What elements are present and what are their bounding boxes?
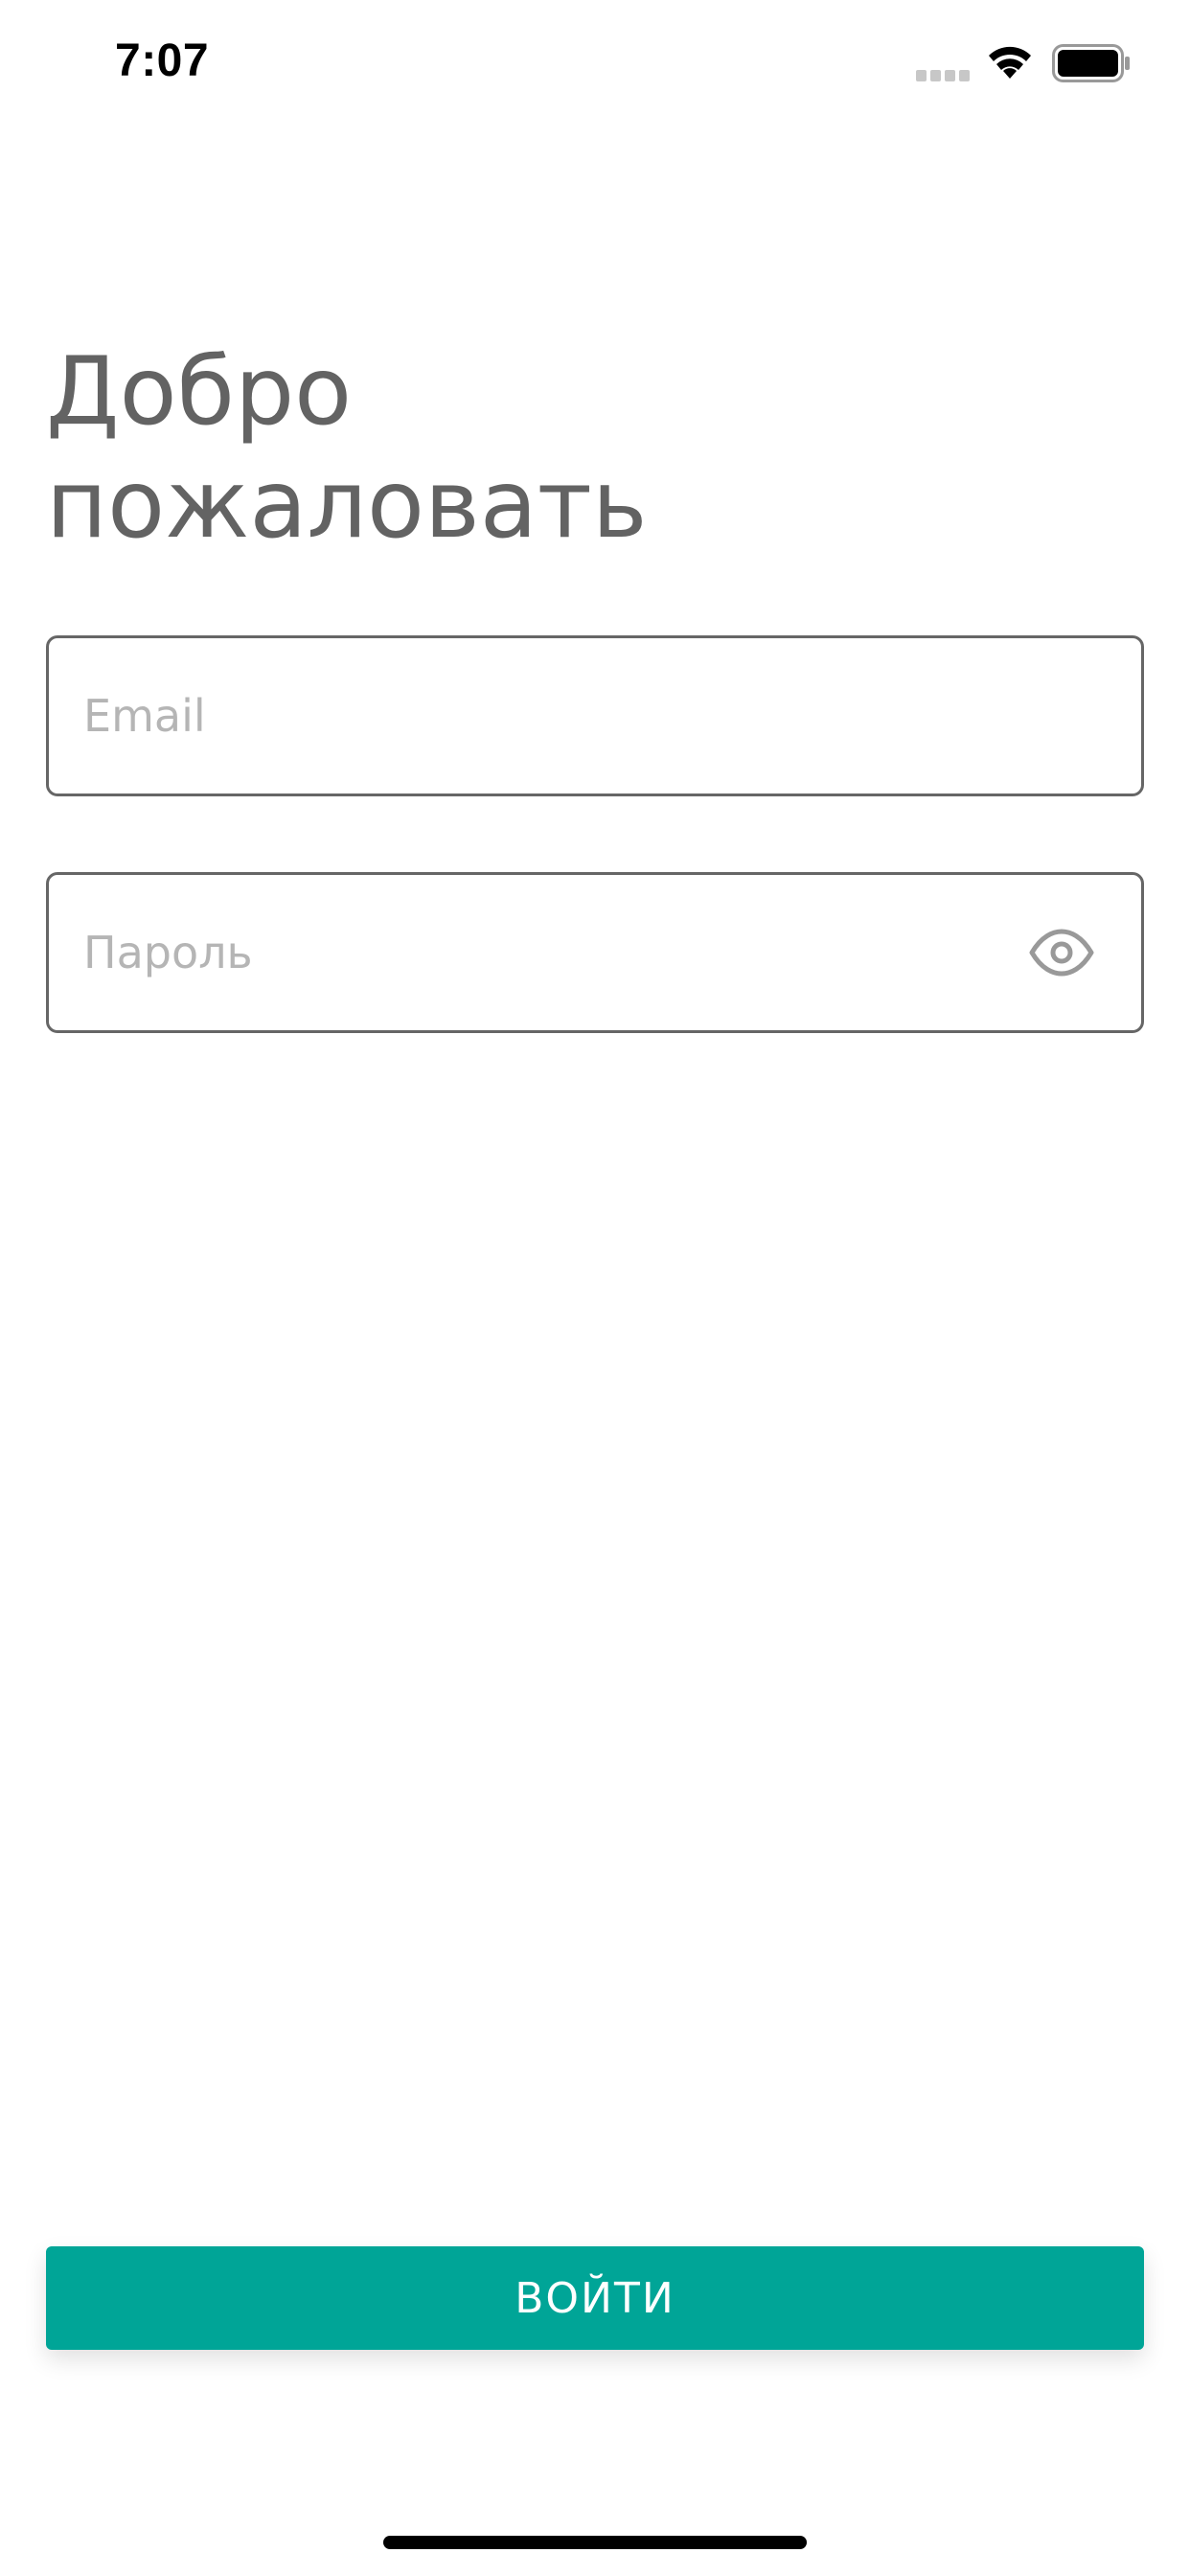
wifi-icon (989, 46, 1031, 79)
password-input[interactable] (83, 875, 1003, 1030)
page-title: Добро пожаловать (46, 337, 648, 560)
password-field[interactable] (46, 872, 1144, 1033)
email-input[interactable] (83, 638, 1003, 794)
email-field[interactable] (46, 635, 1144, 796)
login-button[interactable]: ВОЙТИ (46, 2246, 1144, 2350)
eye-icon[interactable] (1028, 929, 1095, 977)
status-time: 7:07 (115, 35, 210, 86)
signal-icon (916, 70, 970, 81)
battery-icon (1052, 44, 1130, 82)
status-bar: 7:07 (0, 0, 1190, 126)
home-indicator[interactable] (383, 2536, 807, 2549)
